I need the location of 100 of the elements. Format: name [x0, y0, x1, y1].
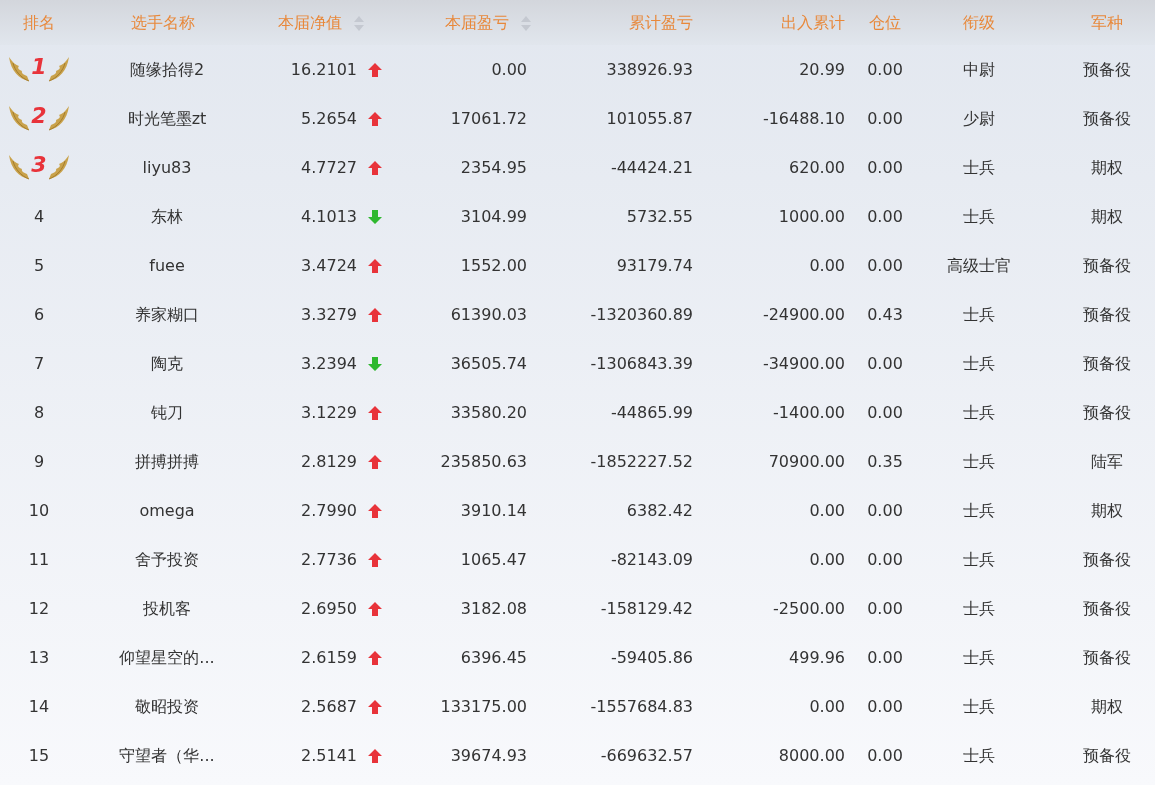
- sort-icon[interactable]: [354, 15, 364, 31]
- column-header: 选手名称: [131, 12, 195, 32]
- service-branch: 预备役: [1083, 255, 1131, 275]
- net-deposit: -2500.00: [773, 598, 845, 618]
- cumulative-profit-loss: -44424.21: [610, 157, 693, 177]
- player-name: 钝刀: [151, 402, 183, 422]
- military-rank: 士兵: [963, 696, 995, 716]
- profit-loss: 3182.08: [460, 598, 527, 618]
- column-header[interactable]: 本届盈亏: [445, 12, 509, 32]
- service-branch: 期权: [1091, 206, 1123, 226]
- profit-loss: 17061.72: [450, 108, 527, 128]
- rank-number: 7: [33, 353, 45, 373]
- net-value: 2.5687: [301, 696, 357, 716]
- position-ratio: 0.00: [867, 500, 903, 520]
- service-branch: 期权: [1091, 157, 1123, 177]
- player-name: 舍予投资: [135, 549, 199, 569]
- cumulative-profit-loss: -1320360.89: [590, 304, 693, 324]
- cumulative-profit-loss: 6382.42: [626, 500, 693, 520]
- position-ratio: 0.00: [867, 696, 903, 716]
- sort-icon[interactable]: [521, 15, 531, 31]
- service-branch: 预备役: [1083, 353, 1131, 373]
- column-header: 仓位: [869, 12, 901, 32]
- rank-number: 3: [31, 150, 47, 179]
- player-name: 陶克: [151, 353, 183, 373]
- position-ratio: 0.00: [867, 157, 903, 177]
- position-ratio: 0.35: [867, 451, 903, 471]
- rank-number: 10: [28, 500, 50, 520]
- position-ratio: 0.00: [867, 647, 903, 667]
- net-value: 3.2394: [301, 353, 357, 373]
- player-name: omega: [139, 500, 195, 520]
- service-branch: 预备役: [1083, 304, 1131, 324]
- profit-loss: 39674.93: [450, 745, 527, 765]
- net-value: 2.6950: [301, 598, 357, 618]
- net-deposit: -24900.00: [762, 304, 845, 324]
- net-deposit: 0.00: [809, 696, 845, 716]
- profit-loss: 61390.03: [450, 304, 527, 324]
- cumulative-profit-loss: 338926.93: [606, 59, 693, 79]
- service-branch: 预备役: [1083, 549, 1131, 569]
- net-deposit: -34900.00: [762, 353, 845, 373]
- rank-number: 4: [33, 206, 45, 226]
- cumulative-profit-loss: -82143.09: [610, 549, 693, 569]
- rank-number: 9: [33, 451, 45, 471]
- player-name: liyu83: [142, 157, 192, 177]
- military-rank: 士兵: [963, 745, 995, 765]
- net-deposit: -1400.00: [773, 402, 845, 422]
- rank-number: 5: [33, 255, 45, 275]
- rank-number: 12: [28, 598, 50, 618]
- military-rank: 高级士官: [947, 255, 1011, 275]
- service-branch: 陆军: [1091, 451, 1123, 471]
- position-ratio: 0.00: [867, 59, 903, 79]
- rank-number: 2: [31, 101, 47, 130]
- net-deposit: 0.00: [809, 255, 845, 275]
- service-branch: 预备役: [1083, 59, 1131, 79]
- net-deposit: 499.96: [789, 647, 845, 667]
- service-branch: 预备役: [1083, 647, 1131, 667]
- rank-number: 1: [31, 52, 47, 81]
- military-rank: 士兵: [963, 157, 995, 177]
- position-ratio: 0.00: [867, 549, 903, 569]
- cumulative-profit-loss: -158129.42: [600, 598, 693, 618]
- rank-number: 13: [28, 647, 50, 667]
- service-branch: 预备役: [1083, 598, 1131, 618]
- rank-number: 8: [33, 402, 45, 422]
- cumulative-profit-loss: 101055.87: [606, 108, 693, 128]
- military-rank: 士兵: [963, 549, 995, 569]
- net-deposit: 620.00: [789, 157, 845, 177]
- player-name: 投机客: [143, 598, 191, 618]
- military-rank: 士兵: [963, 402, 995, 422]
- column-header[interactable]: 本届净值: [278, 12, 342, 32]
- player-name: 拼搏拼搏: [135, 451, 199, 471]
- net-deposit: 20.99: [799, 59, 845, 79]
- net-value: 2.8129: [301, 451, 357, 471]
- position-ratio: 0.00: [867, 206, 903, 226]
- net-value: 3.4724: [301, 255, 357, 275]
- service-branch: 预备役: [1083, 108, 1131, 128]
- net-value: 5.2654: [301, 108, 357, 128]
- rank-number: 15: [28, 745, 50, 765]
- player-name: fuee: [149, 255, 185, 275]
- military-rank: 士兵: [963, 647, 995, 667]
- net-value: 4.1013: [301, 206, 357, 226]
- net-deposit: 0.00: [809, 500, 845, 520]
- profit-loss: 0.00: [491, 59, 527, 79]
- military-rank: 少尉: [963, 108, 995, 128]
- player-name: 仰望星空的...: [119, 647, 215, 667]
- position-ratio: 0.43: [867, 304, 903, 324]
- service-branch: 期权: [1091, 500, 1123, 520]
- player-name: 东林: [151, 206, 183, 226]
- column-header: 军种: [1091, 12, 1123, 32]
- net-deposit: 0.00: [809, 549, 845, 569]
- net-deposit: 70900.00: [768, 451, 845, 471]
- military-rank: 士兵: [963, 353, 995, 373]
- column-header: 衔级: [963, 12, 995, 32]
- player-name: 养家糊口: [135, 304, 199, 324]
- net-deposit: 1000.00: [778, 206, 845, 226]
- military-rank: 士兵: [963, 304, 995, 324]
- cumulative-profit-loss: -1852227.52: [590, 451, 693, 471]
- column-header: 累计盈亏: [629, 12, 693, 32]
- position-ratio: 0.00: [867, 108, 903, 128]
- rank-number: 11: [28, 549, 50, 569]
- profit-loss: 1552.00: [460, 255, 527, 275]
- position-ratio: 0.00: [867, 402, 903, 422]
